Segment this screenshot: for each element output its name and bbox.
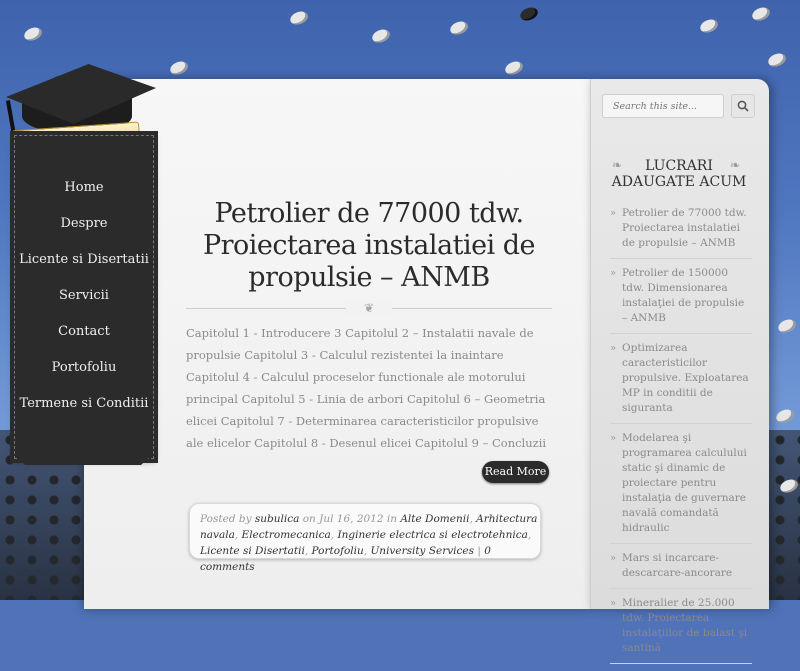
recent-posts-list: Petrolier de 77000 tdw. Proiectarea inst…: [610, 206, 752, 671]
nav-item-servicii[interactable]: Servicii: [15, 278, 153, 314]
meta-posted-by: Posted by: [200, 513, 252, 525]
search-icon: [737, 100, 749, 112]
recent-post-link[interactable]: Mars si incarcare-descarcare-ancorare: [610, 551, 752, 589]
nav-item-home[interactable]: Home: [15, 170, 153, 206]
recent-post-link[interactable]: Modelarea şi programarea calculului stat…: [610, 431, 752, 544]
category-link[interactable]: Electromecanica: [242, 529, 331, 541]
ornament-icon: ❦: [346, 301, 392, 315]
category-link[interactable]: Licente si Disertatii: [200, 545, 305, 557]
widget-title: LUCRARI ADAUGATE ACUM: [604, 158, 754, 190]
search-input[interactable]: [602, 94, 724, 118]
recent-post-link[interactable]: Petrolier de 150000 tdw. Dimensionarea i…: [610, 266, 752, 334]
nav-item-licente[interactable]: Licente si Disertatii: [15, 242, 153, 278]
author-link[interactable]: subulica: [255, 513, 300, 525]
category-link[interactable]: University Services: [370, 545, 474, 557]
category-link[interactable]: Alte Domenii: [400, 513, 469, 525]
recent-post-link[interactable]: Petrolier de 77000 tdw. Proiectarea inst…: [610, 206, 752, 259]
recent-post-link[interactable]: Optimizarea caracteristicilor propulsive…: [610, 341, 752, 424]
main-nav: Home Despre Licente si Disertatii Servic…: [10, 131, 158, 463]
search-button[interactable]: [731, 94, 755, 118]
meta-separator: |: [477, 545, 481, 557]
article-excerpt: Capitolul 1 - Introducere 3 Capitolul 2 …: [186, 326, 547, 450]
nav-item-contact[interactable]: Contact: [15, 314, 153, 350]
post-meta: Posted by subulica on Jul 16, 2012 in Al…: [189, 503, 541, 573]
nav-item-portofoliu[interactable]: Portofoliu: [15, 350, 153, 386]
recent-post-link[interactable]: Mineralier de 25.000 tdw. Proiectarea in…: [610, 596, 752, 664]
category-link[interactable]: Portofoliu: [312, 545, 364, 557]
nav-item-termene[interactable]: Termene si Conditii: [15, 386, 153, 422]
read-more-button[interactable]: Read More: [482, 461, 549, 483]
meta-date: on Jul 16, 2012 in: [302, 513, 397, 525]
widget-title-line1: LUCRARI: [645, 158, 713, 174]
article-title[interactable]: Petrolier de 77000 tdw. Proiectarea inst…: [186, 198, 552, 294]
nav-item-despre[interactable]: Despre: [15, 206, 153, 242]
category-link[interactable]: Inginerie electrica si electrotehnica: [337, 529, 527, 541]
nav-tail: [14, 455, 152, 465]
widget-title-line2: ADAUGATE ACUM: [611, 174, 747, 190]
